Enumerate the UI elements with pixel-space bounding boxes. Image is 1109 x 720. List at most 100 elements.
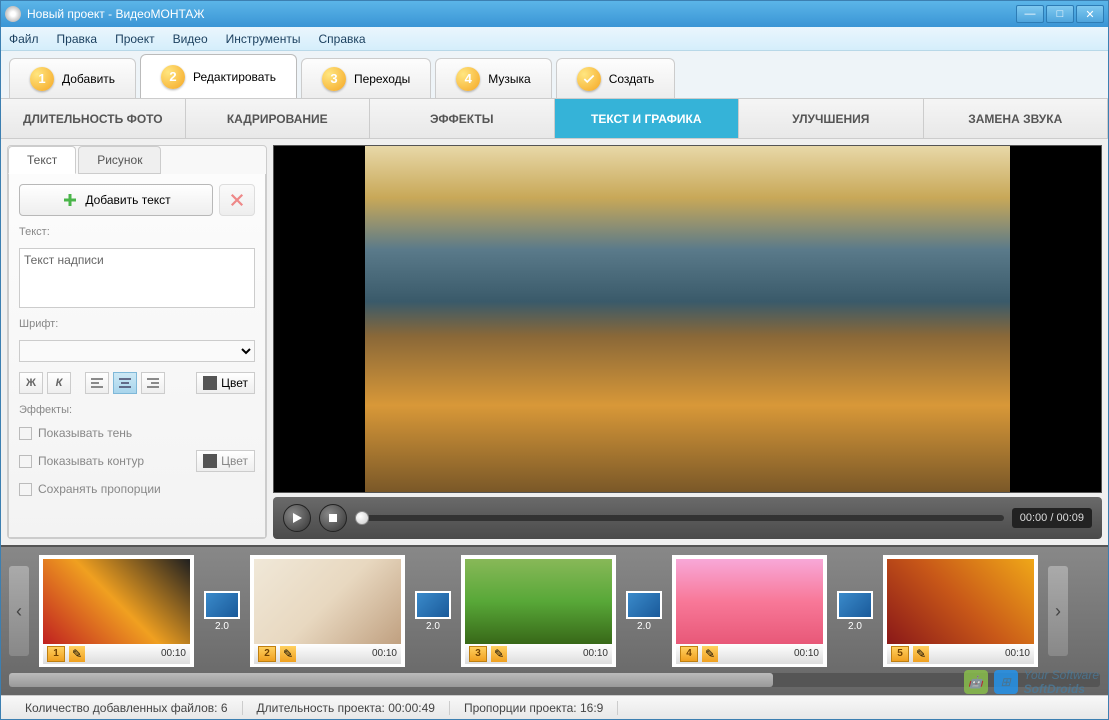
timeline-clip[interactable]: 1✎00:10 [39, 555, 194, 667]
color-swatch-icon [203, 376, 217, 390]
video-preview[interactable] [273, 145, 1102, 493]
step-add[interactable]: 1Добавить [9, 58, 136, 98]
edit-subtabs: ДЛИТЕЛЬНОСТЬ ФОТО КАДРИРОВАНИЕ ЭФФЕКТЫ Т… [1, 99, 1108, 139]
timeline-clip[interactable]: 2✎00:10 [250, 555, 405, 667]
app-window: Новый проект - ВидеоМОНТАЖ — □ ✕ Файл Пр… [0, 0, 1109, 720]
pencil-icon[interactable]: ✎ [702, 646, 718, 662]
transition-slot[interactable]: 2.0 [204, 591, 240, 632]
clip-thumbnail [676, 559, 823, 644]
add-text-button[interactable]: Добавить текст [19, 184, 213, 216]
timeline-scrollbar[interactable] [9, 673, 1100, 687]
pencil-icon[interactable]: ✎ [69, 646, 85, 662]
pencil-icon[interactable]: ✎ [280, 646, 296, 662]
transition-icon [204, 591, 240, 619]
panel-tab-image[interactable]: Рисунок [78, 146, 161, 174]
keep-ratio-checkbox[interactable] [19, 483, 32, 496]
windows-icon: ⊞ [994, 670, 1018, 694]
transition-slot[interactable]: 2.0 [626, 591, 662, 632]
preview-image [365, 146, 1010, 492]
effects-label: Эффекты: [19, 404, 255, 416]
text-panel: Текст Рисунок Добавить текст Текст: Шриф… [7, 145, 267, 539]
titlebar[interactable]: Новый проект - ВидеоМОНТАЖ — □ ✕ [1, 1, 1108, 27]
android-icon: 🤖 [964, 670, 988, 694]
italic-button[interactable]: К [47, 372, 71, 394]
player-controls: 00:00 / 00:09 [273, 497, 1102, 539]
outline-label: Показывать контур [38, 454, 144, 468]
font-select[interactable] [19, 340, 255, 362]
stop-icon [328, 513, 338, 523]
transition-icon [837, 591, 873, 619]
align-right-button[interactable] [141, 372, 165, 394]
clip-thumbnail [887, 559, 1034, 644]
step-num-icon: 3 [322, 67, 346, 91]
play-button[interactable] [283, 504, 311, 532]
delete-text-button[interactable] [219, 184, 255, 216]
step-edit[interactable]: 2Редактировать [140, 54, 297, 98]
timeline-prev-button[interactable]: ‹ [9, 566, 29, 656]
seek-knob[interactable] [355, 511, 369, 525]
shadow-checkbox[interactable] [19, 427, 32, 440]
menu-video[interactable]: Видео [173, 32, 208, 46]
preview-area: 00:00 / 00:09 [273, 145, 1102, 539]
transition-icon [415, 591, 451, 619]
menubar: Файл Правка Проект Видео Инструменты Спр… [1, 27, 1108, 51]
close-button[interactable]: ✕ [1076, 5, 1104, 23]
bold-button[interactable]: Ж [19, 372, 43, 394]
align-center-button[interactable] [113, 372, 137, 394]
clip-thumbnail [254, 559, 401, 644]
maximize-button[interactable]: □ [1046, 5, 1074, 23]
align-right-icon [146, 377, 160, 389]
clip-thumbnail [43, 559, 190, 644]
status-duration: Длительность проекта: 00:00:49 [243, 701, 450, 715]
menu-edit[interactable]: Правка [57, 32, 98, 46]
timeline-next-button[interactable]: › [1048, 566, 1068, 656]
minimize-button[interactable]: — [1016, 5, 1044, 23]
step-tabs: 1Добавить 2Редактировать 3Переходы 4Музы… [1, 51, 1108, 99]
timeline-clip[interactable]: 3✎00:10 [461, 555, 616, 667]
app-icon [5, 6, 21, 22]
stop-button[interactable] [319, 504, 347, 532]
seek-bar[interactable] [355, 515, 1004, 521]
font-label: Шрифт: [19, 318, 255, 330]
check-icon [577, 67, 601, 91]
time-display: 00:00 / 00:09 [1012, 508, 1092, 528]
transition-icon [626, 591, 662, 619]
step-music[interactable]: 4Музыка [435, 58, 551, 98]
color-swatch-icon [203, 454, 217, 468]
window-title: Новый проект - ВидеоМОНТАЖ [27, 7, 205, 21]
align-left-button[interactable] [85, 372, 109, 394]
step-num-icon: 1 [30, 67, 54, 91]
timeline-clip[interactable]: 4✎00:10 [672, 555, 827, 667]
statusbar: Количество добавленных файлов: 6 Длитель… [1, 695, 1108, 719]
text-color-button[interactable]: Цвет [196, 372, 255, 394]
timeline-clip[interactable]: 5✎00:10 [883, 555, 1038, 667]
subtab-text-graphics[interactable]: ТЕКСТ И ГРАФИКА [555, 99, 740, 138]
menu-tools[interactable]: Инструменты [226, 32, 301, 46]
outline-checkbox[interactable] [19, 455, 32, 468]
menu-project[interactable]: Проект [115, 32, 155, 46]
keep-ratio-label: Сохранять пропорции [38, 482, 161, 496]
pencil-icon[interactable]: ✎ [491, 646, 507, 662]
transition-slot[interactable]: 2.0 [415, 591, 451, 632]
menu-help[interactable]: Справка [318, 32, 365, 46]
menu-file[interactable]: Файл [9, 32, 39, 46]
subtab-audio[interactable]: ЗАМЕНА ЗВУКА [924, 99, 1109, 138]
subtab-effects[interactable]: ЭФФЕКТЫ [370, 99, 555, 138]
transition-slot[interactable]: 2.0 [837, 591, 873, 632]
step-transitions[interactable]: 3Переходы [301, 58, 431, 98]
caption-textarea[interactable] [19, 248, 255, 308]
step-create[interactable]: Создать [556, 58, 676, 98]
outline-color-button[interactable]: Цвет [196, 450, 255, 472]
timeline: ‹ 1✎00:10 2.0 2✎00:10 2.0 3✎00:10 2.0 4✎… [1, 545, 1108, 695]
subtab-duration[interactable]: ДЛИТЕЛЬНОСТЬ ФОТО [1, 99, 186, 138]
pencil-icon[interactable]: ✎ [913, 646, 929, 662]
subtab-crop[interactable]: КАДРИРОВАНИЕ [186, 99, 371, 138]
align-center-icon [118, 377, 132, 389]
panel-tab-text[interactable]: Текст [8, 146, 76, 174]
shadow-label: Показывать тень [38, 426, 132, 440]
workarea: Текст Рисунок Добавить текст Текст: Шриф… [1, 139, 1108, 545]
text-label: Текст: [19, 226, 255, 238]
subtab-enhance[interactable]: УЛУЧШЕНИЯ [739, 99, 924, 138]
scrollbar-thumb[interactable] [9, 673, 773, 687]
step-num-icon: 2 [161, 65, 185, 89]
